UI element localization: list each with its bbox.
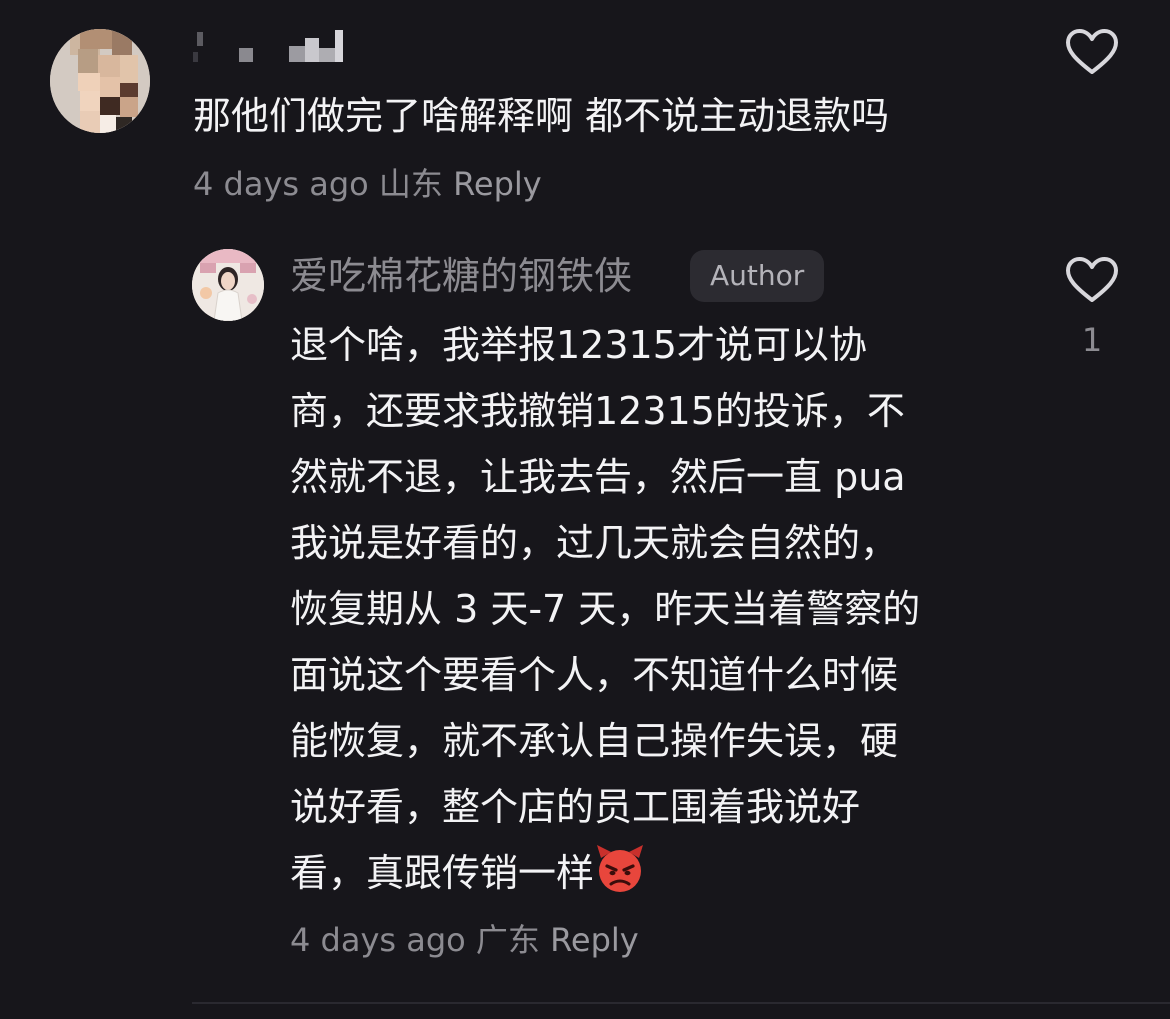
reply-time: 4 days ago — [290, 921, 466, 959]
comment-text: 那他们做完了啥解释啊 都不说主动退款吗 — [193, 94, 890, 138]
reply-text: 退个啥，我举报12315才说可以协 商，还要求我撤销12315的投诉，不 然就不… — [290, 312, 990, 906]
angry-devil-emoji-icon — [597, 845, 644, 892]
comment-reply-button[interactable]: Reply — [453, 165, 542, 203]
reply-text-line-last: 看，真跟传销一样 — [290, 840, 990, 906]
reply-text-line: 我说是好看的，过几天就会自然的， — [290, 521, 899, 565]
reply-text-line: 能恢复，就不承认自己操作失误，硬 — [290, 719, 899, 763]
author-name[interactable]: 爱吃棉花糖的钢铁侠 — [290, 252, 632, 300]
reply-location: 广东 — [475, 921, 540, 959]
comment-time: 4 days ago — [193, 165, 369, 203]
reply-like-count: 1 — [1081, 321, 1103, 359]
reply-reply-button[interactable]: Reply — [550, 921, 639, 959]
reply-text-line: 退个啥，我举报12315才说可以协 — [290, 323, 867, 367]
author-badge: Author — [690, 250, 825, 302]
reply-meta: 4 days ago 广东 Reply — [290, 920, 639, 960]
reply-text-line: 面说这个要看个人，不知道什么时候 — [290, 653, 899, 697]
reply-like-heart-icon[interactable] — [1065, 256, 1119, 304]
divider — [192, 1002, 1170, 1004]
comment-like-heart-icon[interactable] — [1065, 28, 1119, 76]
comment-meta: 4 days ago 山东 Reply — [193, 164, 542, 204]
reply-text-line: 商，还要求我撤销12315的投诉，不 — [290, 389, 905, 433]
reply-text-line: 然就不退，让我去告，然后一直 pua — [290, 455, 906, 499]
reply-text-tail: 看，真跟传销一样 — [290, 851, 595, 895]
author-avatar[interactable] — [192, 249, 264, 321]
commenter-avatar[interactable] — [50, 29, 150, 133]
reply-text-line: 说好看，整个店的员工围着我说好 — [290, 785, 861, 829]
comment-location: 山东 — [378, 165, 443, 203]
reply-text-line: 恢复期从 3 天-7 天，昨天当着警察的 — [290, 587, 921, 631]
